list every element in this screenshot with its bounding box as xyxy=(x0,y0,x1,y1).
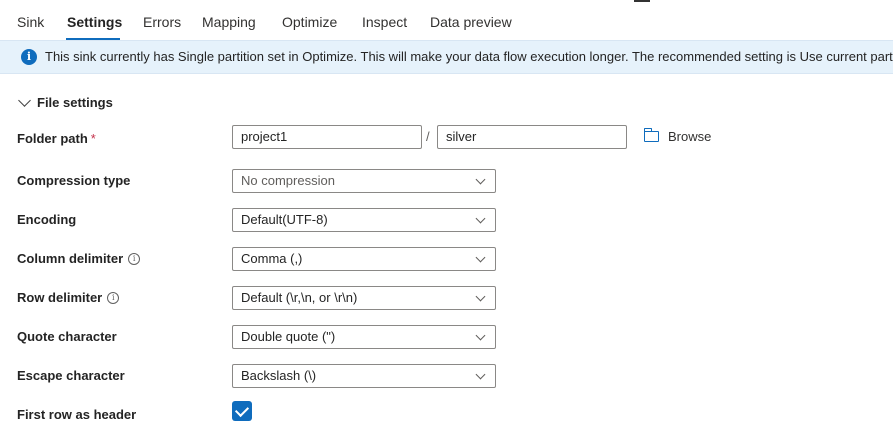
chevron-down-icon xyxy=(475,252,486,263)
info-tooltip-icon[interactable]: i xyxy=(107,292,120,304)
required-marker: * xyxy=(90,131,96,146)
tab-sink[interactable]: Sink xyxy=(17,14,44,30)
tab-mapping[interactable]: Mapping xyxy=(202,14,256,30)
row-delimiter-label: Row delimiter i xyxy=(17,290,120,305)
file-settings-toggle[interactable]: File settings xyxy=(18,93,113,111)
folder-path-label: Folder path * xyxy=(17,131,96,146)
folder-path-label-text: Folder path xyxy=(17,131,88,146)
banner-message: This sink currently has Single partition… xyxy=(45,49,893,64)
column-delimiter-value: Comma (,) xyxy=(241,251,303,266)
chevron-down-icon xyxy=(475,369,486,380)
escape-character-select[interactable]: Backslash (\) xyxy=(232,364,496,388)
tab-errors[interactable]: Errors xyxy=(143,14,181,30)
escape-character-label: Escape character xyxy=(17,368,125,383)
directory-input[interactable]: silver xyxy=(437,125,627,149)
chevron-down-icon xyxy=(475,291,486,302)
browse-button[interactable]: Browse xyxy=(643,128,712,144)
section-title: File settings xyxy=(37,94,113,110)
column-delimiter-label: Column delimiter i xyxy=(17,251,141,266)
tab-optimize[interactable]: Optimize xyxy=(282,14,337,30)
info-icon: i xyxy=(21,49,37,65)
tab-data-preview[interactable]: Data preview xyxy=(430,14,512,30)
row-delimiter-select[interactable]: Default (\r,\n, or \r\n) xyxy=(232,286,496,310)
quote-character-select[interactable]: Double quote (") xyxy=(232,325,496,349)
tab-settings[interactable]: Settings xyxy=(67,14,122,30)
info-banner: i This sink currently has Single partiti… xyxy=(0,40,893,74)
folder-icon xyxy=(643,128,659,142)
chevron-down-icon xyxy=(18,93,31,107)
column-delimiter-select[interactable]: Comma (,) xyxy=(232,247,496,271)
checkmark-icon xyxy=(234,402,250,418)
column-delimiter-label-text: Column delimiter xyxy=(17,251,124,266)
container-input[interactable]: project1 xyxy=(232,125,422,149)
row-delimiter-label-text: Row delimiter xyxy=(17,290,103,305)
quote-character-label: Quote character xyxy=(17,329,117,344)
chevron-down-icon xyxy=(475,213,486,224)
compression-type-select[interactable]: No compression xyxy=(232,169,496,193)
tab-inspect[interactable]: Inspect xyxy=(362,14,407,30)
compression-type-label: Compression type xyxy=(17,173,131,188)
info-tooltip-icon[interactable]: i xyxy=(128,253,141,265)
browse-label: Browse xyxy=(668,129,712,144)
encoding-label: Encoding xyxy=(17,212,77,227)
compression-type-value: No compression xyxy=(241,173,335,188)
first-row-header-label: First row as header xyxy=(17,407,137,422)
first-row-header-checkbox[interactable] xyxy=(232,401,252,421)
path-separator: / xyxy=(426,129,430,144)
row-delimiter-value: Default (\r,\n, or \r\n) xyxy=(241,290,358,305)
chevron-down-icon xyxy=(475,174,486,185)
window-edge-mark xyxy=(634,0,650,2)
quote-character-value: Double quote (") xyxy=(241,329,336,344)
chevron-down-icon xyxy=(475,330,486,341)
encoding-value: Default(UTF-8) xyxy=(241,212,328,227)
escape-character-value: Backslash (\) xyxy=(241,368,317,383)
tab-bar: Sink Settings Errors Mapping Optimize In… xyxy=(0,0,893,40)
encoding-select[interactable]: Default(UTF-8) xyxy=(232,208,496,232)
